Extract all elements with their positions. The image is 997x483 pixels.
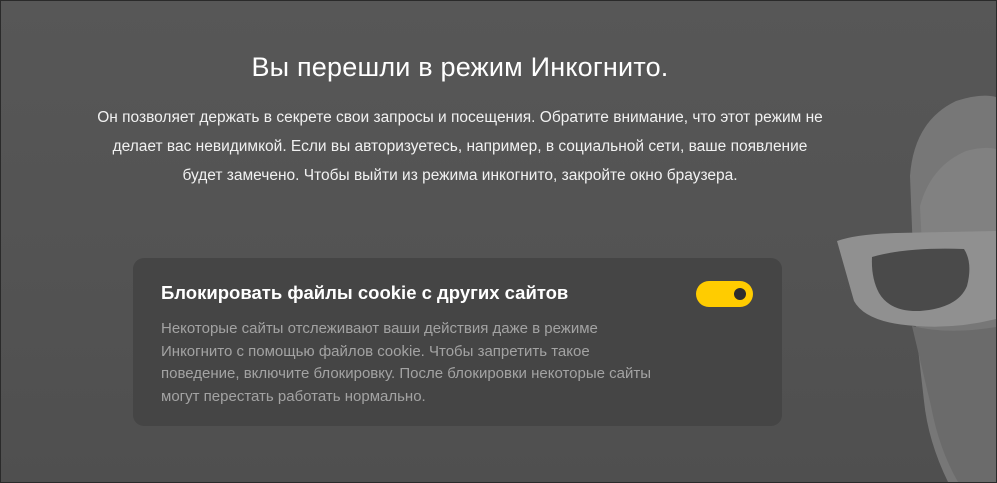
cookie-block-panel: Блокировать файлы cookie с других сайтов…	[133, 258, 782, 426]
cookie-block-description: Некоторые сайты отслеживают ваши действи…	[161, 320, 652, 405]
cookie-block-title: Блокировать файлы cookie с других сайтов	[161, 282, 569, 303]
incognito-title: Вы перешли в режим Инкогнито.	[251, 52, 669, 82]
cookie-block-toggle[interactable]	[696, 281, 753, 307]
toggle-knob	[734, 288, 746, 300]
incognito-page: Вы перешли в режим Инкогнито. Он позволя…	[0, 0, 997, 483]
incognito-description: Он позволяет держать в секрете свои запр…	[97, 109, 823, 184]
